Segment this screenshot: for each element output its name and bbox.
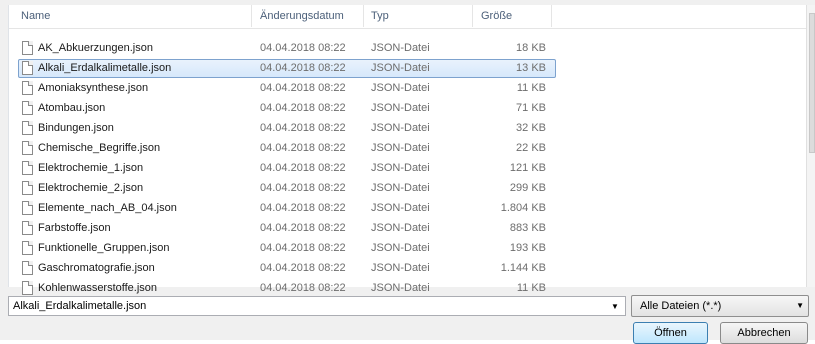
file-date: 04.04.2018 08:22 — [260, 62, 346, 74]
document-icon — [22, 121, 33, 135]
document-icon — [22, 241, 33, 255]
file-row[interactable]: Elektrochemie_1.json 04.04.2018 08:22 JSON… — [9, 159, 807, 179]
vertical-scrollbar[interactable] — [806, 5, 815, 287]
chevron-down-icon[interactable]: ▼ — [608, 301, 622, 313]
cancel-button[interactable]: Abbrechen — [720, 322, 808, 344]
document-icon — [22, 81, 33, 95]
file-type: JSON-Datei — [371, 162, 430, 174]
file-type: JSON-Datei — [371, 282, 430, 294]
file-name: Funktionelle_Gruppen.json — [38, 242, 170, 254]
file-type: JSON-Datei — [371, 202, 430, 214]
file-name: Amoniaksynthese.json — [38, 82, 149, 94]
file-name: Atombau.json — [38, 102, 106, 114]
file-type: JSON-Datei — [371, 262, 430, 274]
file-row[interactable]: Elektrochemie_2.json 04.04.2018 08:22 JSON… — [9, 179, 807, 199]
file-type: JSON-Datei — [371, 62, 430, 74]
file-date: 04.04.2018 08:22 — [260, 182, 346, 194]
file-type: JSON-Datei — [371, 142, 430, 154]
file-name: Alkali_Erdalkalimetalle.json — [38, 62, 172, 74]
column-separator[interactable] — [551, 5, 552, 27]
document-icon — [22, 261, 33, 275]
file-size: 1.144 KB — [500, 262, 546, 274]
file-size: 71 KB — [516, 102, 546, 114]
document-icon — [22, 181, 33, 195]
file-size: 193 KB — [509, 242, 546, 254]
file-size: 18 KB — [516, 42, 546, 54]
column-size-header[interactable]: Größe — [481, 10, 512, 22]
file-date: 04.04.2018 08:22 — [260, 162, 346, 174]
column-header: Name Änderungsdatum Typ Größe — [9, 5, 807, 29]
file-row[interactable]: Farbstoffe.json 04.04.2018 08:22 JSON-Date… — [9, 219, 807, 239]
file-name: Gaschromatografie.json — [38, 262, 155, 274]
open-button[interactable]: Öffnen — [633, 322, 708, 344]
file-row[interactable]: Funktionelle_Gruppen.json 04.04.2018 08:2… — [9, 239, 807, 259]
document-icon — [22, 61, 33, 75]
file-rows: AK_Abkuerzungen.json 04.04.2018 08:22 JSON… — [9, 39, 807, 299]
file-date: 04.04.2018 08:22 — [260, 102, 346, 114]
file-date: 04.04.2018 08:22 — [260, 42, 346, 54]
file-name: AK_Abkuerzungen.json — [38, 42, 153, 54]
file-type: JSON-Datei — [371, 42, 430, 54]
document-icon — [22, 161, 33, 175]
chevron-down-icon: ▼ — [796, 301, 804, 310]
column-name-header[interactable]: Name — [21, 10, 50, 22]
file-size: 22 KB — [516, 142, 546, 154]
dialog-left-edge — [0, 0, 6, 340]
file-type-filter[interactable]: Alle Dateien (*.*) ▼ — [631, 295, 809, 317]
file-size: 11 KB — [516, 82, 546, 94]
file-type-filter-label: Alle Dateien (*.*) — [640, 300, 722, 312]
document-icon — [22, 201, 33, 215]
document-icon — [22, 281, 33, 295]
file-name: Elektrochemie_1.json — [38, 162, 144, 174]
file-date: 04.04.2018 08:22 — [260, 142, 346, 154]
file-row[interactable]: Elemente_nach_AB_04.json 04.04.2018 08:22… — [9, 199, 807, 219]
file-date: 04.04.2018 08:22 — [260, 262, 346, 274]
file-date: 04.04.2018 08:22 — [260, 202, 346, 214]
file-row[interactable]: AK_Abkuerzungen.json 04.04.2018 08:22 JSON… — [9, 39, 807, 59]
file-size: 13 KB — [516, 62, 546, 74]
file-type: JSON-Datei — [371, 222, 430, 234]
file-date: 04.04.2018 08:22 — [260, 242, 346, 254]
file-type: JSON-Datei — [371, 242, 430, 254]
column-separator[interactable] — [251, 5, 252, 27]
file-size: 1.804 KB — [500, 202, 546, 214]
file-size: 11 KB — [516, 282, 546, 294]
file-open-dialog: Name Änderungsdatum Typ Größe AK_Abkuerz… — [0, 0, 815, 344]
column-type-header[interactable]: Typ — [371, 10, 389, 22]
file-date: 04.04.2018 08:22 — [260, 82, 346, 94]
file-type: JSON-Datei — [371, 182, 430, 194]
column-date-header[interactable]: Änderungsdatum — [260, 10, 344, 22]
file-type: JSON-Datei — [371, 102, 430, 114]
file-row[interactable]: Gaschromatografie.json 04.04.2018 08:22 JS… — [9, 259, 807, 279]
file-name: Kohlenwasserstoffe.json — [38, 282, 158, 294]
file-size: 32 KB — [516, 122, 546, 134]
document-icon — [22, 101, 33, 115]
file-date: 04.04.2018 08:22 — [260, 122, 346, 134]
filename-input[interactable] — [8, 296, 626, 316]
file-size: 121 KB — [509, 162, 546, 174]
file-name: Elektrochemie_2.json — [38, 182, 144, 194]
file-row[interactable]: Atombau.json 04.04.2018 08:22 JSON-Datei 71… — [9, 99, 807, 119]
document-icon — [22, 41, 33, 55]
file-list[interactable]: Name Änderungsdatum Typ Größe AK_Abkuerz… — [8, 5, 815, 295]
file-name: Farbstoffe.json — [38, 222, 111, 234]
file-size: 299 KB — [509, 182, 546, 194]
document-icon — [22, 141, 33, 155]
file-name: Chemische_Begriffe.json — [38, 142, 161, 154]
file-name: Elemente_nach_AB_04.json — [38, 202, 177, 214]
column-separator[interactable] — [363, 5, 364, 27]
file-date: 04.04.2018 08:22 — [260, 222, 346, 234]
file-type: JSON-Datei — [371, 82, 430, 94]
file-row[interactable]: Bindungen.json 04.04.2018 08:22 JSON-Datei… — [9, 119, 807, 139]
file-date: 04.04.2018 08:22 — [260, 282, 346, 294]
file-row[interactable]: Alkali_Erdalkalimetalle.json 04.04.2018 0… — [9, 59, 807, 79]
file-row[interactable]: Chemische_Begriffe.json 04.04.2018 08:22 J… — [9, 139, 807, 159]
column-separator[interactable] — [472, 5, 473, 27]
file-type: JSON-Datei — [371, 122, 430, 134]
document-icon — [22, 221, 33, 235]
file-size: 883 KB — [509, 222, 546, 234]
scroll-thumb[interactable] — [809, 13, 815, 153]
file-row[interactable]: Amoniaksynthese.json 04.04.2018 08:22 JSON… — [9, 79, 807, 99]
file-name: Bindungen.json — [38, 122, 114, 134]
